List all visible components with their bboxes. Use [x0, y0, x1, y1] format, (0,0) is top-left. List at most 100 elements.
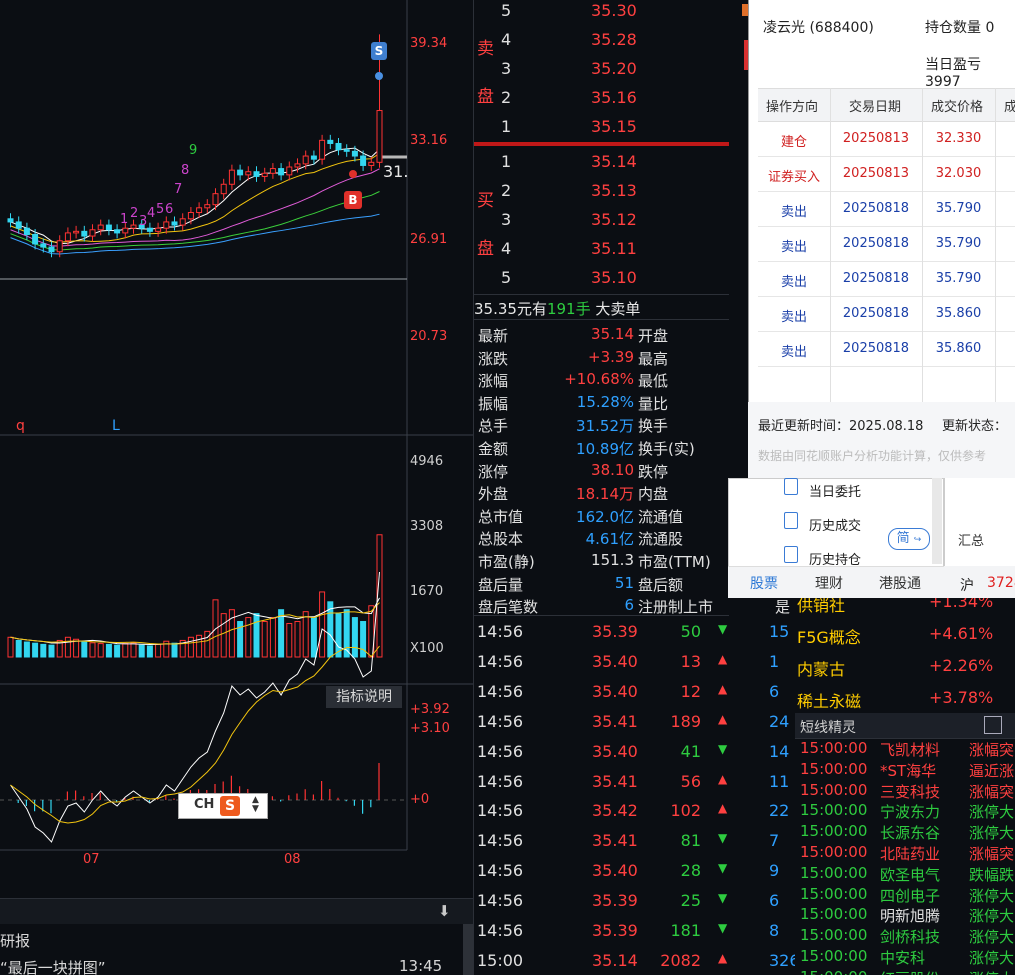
trade-record-row[interactable]: 卖出 20250818 35.790 — [758, 192, 1015, 227]
quote-key: 内盘 — [638, 485, 669, 504]
elf-event-row[interactable]: 15:00:00 中安科 涨停大 — [800, 947, 1015, 968]
dialog-update-time: 最近更新时间：2025.08.18 — [758, 419, 924, 434]
tick-trade-row: 15:00 35.14 2082 ▲ 326 — [474, 951, 800, 975]
news-scrollbar[interactable] — [463, 924, 473, 975]
tick-trade-row: 14:56 35.40 13 ▲ 1 — [474, 652, 797, 682]
tick-trade-row: 14:56 35.39 50 ▼ 15 — [474, 622, 797, 652]
sell-signal-badge[interactable]: S — [371, 42, 387, 60]
trade-record-row[interactable]: 卖出 20250818 35.790 — [758, 227, 1015, 262]
candle-down — [278, 168, 285, 176]
trade-record-row[interactable]: 证券买入 20250813 32.030 — [758, 157, 1015, 192]
ask-price[interactable]: 35.30 — [591, 1, 637, 20]
side-panel-scrollbar[interactable] — [932, 478, 942, 564]
ask-price[interactable]: 35.28 — [591, 30, 637, 49]
download-icon[interactable]: ⬇ — [438, 902, 451, 920]
volume-bar-down — [138, 644, 145, 658]
elf-event-row[interactable]: 15:00:00 明新旭腾 涨停大 — [800, 905, 1015, 926]
sector-row[interactable]: 内蒙古 +2.26% — [797, 656, 1015, 680]
big-order-alert[interactable]: 35.35元有191手 大卖单 — [474, 298, 729, 319]
simplified-toggle-button[interactable]: 简 ↪ — [888, 528, 930, 550]
news-item[interactable]: “最后一块拼图” — [0, 957, 106, 975]
sogou-ime-icon[interactable]: S — [220, 796, 240, 816]
elf-event-row[interactable]: 15:00:00 宁波东力 涨停大 — [800, 801, 1015, 822]
trade-record-row[interactable]: 卖出 20250818 35.860 — [758, 297, 1015, 332]
elf-event-row[interactable]: 15:00:00 北陆药业 涨幅突 — [800, 843, 1015, 864]
seq-count-5: 5 — [156, 202, 165, 217]
chevron-icon: ↪ — [913, 535, 922, 545]
news-item[interactable]: 研报 — [0, 930, 30, 951]
order-book-panel: 卖 盘 5 35.30 4 35.28 3 35.20 2 35.16 1 35.15 买 盘 1… — [473, 0, 800, 975]
volume-bar-down — [105, 643, 112, 658]
elf-event-row[interactable]: 15:00:00 四创电子 涨停大 — [800, 885, 1015, 906]
sector-name: F5G概念 — [797, 628, 861, 647]
trade-count: 1 — [769, 651, 780, 671]
trade-time: 14:56 — [477, 831, 524, 851]
quote-value: 18.14万 — [576, 485, 634, 504]
bid-price[interactable]: 35.13 — [591, 181, 637, 200]
ask-price[interactable]: 35.15 — [591, 117, 637, 136]
trade-record-row[interactable]: 卖出 20250818 35.860 — [758, 332, 1015, 367]
col-header-amount[interactable]: 成 — [1004, 96, 1015, 115]
kline-chart-canvas[interactable] — [0, 0, 473, 975]
elf-event: 逼近涨 — [969, 761, 1015, 780]
trade-direction: 卖出 — [780, 345, 807, 360]
quote-key: 涨停 — [478, 462, 509, 481]
ime-language-label[interactable]: CH — [194, 797, 214, 812]
trade-price: 35.790 — [935, 201, 982, 216]
col-header-price[interactable]: 成交价格 — [931, 96, 983, 115]
bid-price[interactable]: 35.14 — [591, 152, 637, 171]
elf-event-row[interactable]: 15:00:00 红豆股份 涨停大 — [800, 968, 1015, 975]
candle-down — [114, 229, 121, 234]
elf-event-row[interactable]: 15:00:00 欧圣电气 跌幅跌 — [800, 864, 1015, 885]
trade-price: 35.40 — [592, 681, 638, 701]
quote-key: 盘后额 — [638, 575, 684, 594]
chart-marker-q: q — [16, 418, 25, 434]
dialog-stock-name: 凌云光 (688400) — [763, 20, 874, 36]
volume-bar-down — [351, 617, 358, 658]
elf-event-row[interactable]: 15:00:00 长源东谷 涨停大 — [800, 822, 1015, 843]
tick-trade-row: 14:56 35.39 181 ▼ 8 — [474, 921, 797, 951]
trade-record-row[interactable]: 建仓 20250813 32.330 — [758, 122, 1015, 157]
elf-event-row[interactable]: 15:00:00 飞凯材料 涨幅突 — [800, 739, 1015, 760]
kline-chart-pane[interactable]: 39.34 33.16 26.91 20.73 31. q L S B 7 8 … — [0, 0, 473, 975]
bid-price[interactable]: 35.11 — [591, 239, 637, 258]
trade-price: 35.39 — [592, 891, 638, 911]
trade-volume: 181 — [670, 921, 701, 940]
bid-level: 4 — [501, 239, 512, 258]
side-item-today-orders[interactable]: 当日委托 — [809, 481, 861, 500]
sector-row[interactable]: 稀土永磁 +3.78% — [797, 688, 1015, 712]
bid-price[interactable]: 35.10 — [591, 268, 637, 287]
bid-price[interactable]: 35.12 — [591, 210, 637, 229]
candle-down — [310, 155, 317, 160]
volume-bar-up — [89, 642, 96, 658]
buy-signal-badge[interactable]: B — [344, 191, 362, 209]
candle-down — [171, 221, 178, 226]
elf-event-row[interactable]: 15:00:00 三变科技 涨幅突 — [800, 781, 1015, 802]
elf-event-row[interactable]: 15:00:00 剑桥科技 涨停大 — [800, 926, 1015, 947]
ask-price[interactable]: 35.16 — [591, 88, 637, 107]
elf-event-row[interactable]: 15:00:00 *ST海华 逼近涨 — [800, 760, 1015, 781]
trade-direction: 建仓 — [780, 135, 807, 150]
side-item-history-trades[interactable]: 历史成交 — [809, 515, 861, 534]
candle-up — [319, 139, 326, 160]
elf-stock: 欧圣电气 — [880, 865, 941, 884]
tab-hk-connect[interactable]: 港股通 — [879, 573, 921, 593]
ime-arrows-icon[interactable]: ▲ ▼ — [252, 796, 259, 814]
popout-icon[interactable] — [984, 716, 1002, 734]
col-header-date[interactable]: 交易日期 — [849, 96, 901, 115]
indicator-help-button[interactable]: 指标说明 — [326, 686, 402, 708]
tab-wealth[interactable]: 理财 — [815, 573, 843, 593]
quote-row: 总手 31.52万 换手 — [474, 415, 729, 438]
volume-bar-up — [220, 613, 227, 658]
trade-record-row[interactable]: 卖出 20250818 35.790 — [758, 262, 1015, 297]
sector-row[interactable]: F5G概念 +4.61% — [797, 624, 1015, 648]
ask-level: 5 — [501, 1, 512, 20]
tab-stocks[interactable]: 股票 — [750, 573, 778, 593]
seq-count-1: 1 — [120, 212, 129, 227]
elf-time: 15:00:00 — [800, 739, 868, 757]
candle-down — [23, 227, 30, 235]
quote-value: 4.61亿 — [585, 530, 634, 549]
ask-price[interactable]: 35.20 — [591, 59, 637, 78]
col-header-direction[interactable]: 操作方向 — [766, 96, 818, 115]
quote-key: 跌停 — [638, 462, 669, 481]
